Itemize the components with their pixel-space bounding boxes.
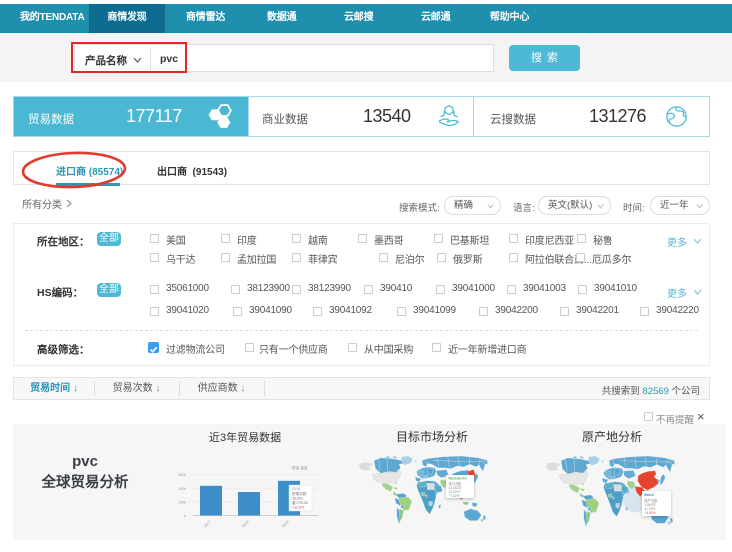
svg-text:100k: 100k bbox=[178, 501, 186, 505]
svg-text:300k: 300k bbox=[178, 473, 186, 477]
svg-text:+7.32%: +7.32% bbox=[449, 494, 460, 498]
svg-text:+3.52%: +3.52% bbox=[645, 511, 656, 515]
svg-text:Russian Fe: Russian Fe bbox=[449, 477, 467, 481]
svg-text:200k: 200k bbox=[178, 487, 186, 491]
svg-text:36,052: 36,052 bbox=[292, 497, 303, 501]
svg-text:2019: 2019 bbox=[292, 487, 300, 491]
svg-text:+12.5%: +12.5% bbox=[292, 506, 305, 510]
svg-text:重:278:36: 重:278:36 bbox=[292, 500, 308, 505]
svg-text:2019: 2019 bbox=[281, 520, 289, 528]
svg-text:2017: 2017 bbox=[203, 520, 211, 528]
svg-text:0: 0 bbox=[184, 514, 186, 518]
svg-text:数量-重量: 数量-重量 bbox=[292, 465, 308, 470]
svg-text:Brazil: Brazil bbox=[645, 493, 654, 497]
svg-text:贸易次数:: 贸易次数: bbox=[292, 491, 307, 496]
svg-text:2018: 2018 bbox=[241, 520, 249, 528]
